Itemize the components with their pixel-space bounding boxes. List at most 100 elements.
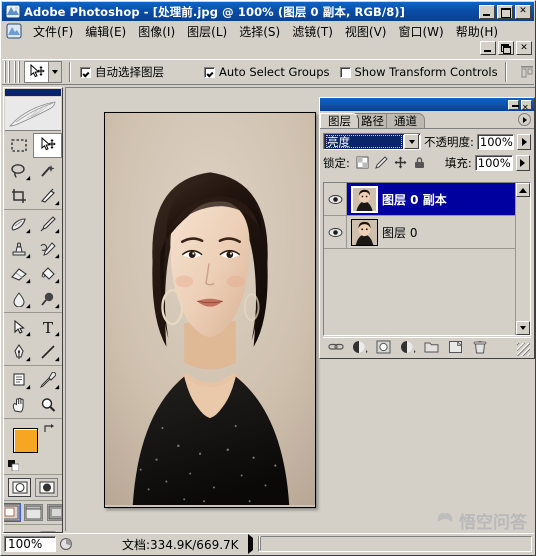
- foreground-color-swatch[interactable]: [13, 428, 38, 453]
- menu-edit[interactable]: 编辑(E): [79, 21, 132, 42]
- paint-bucket-icon[interactable]: [33, 261, 62, 286]
- layer-visibility-toggle[interactable]: [324, 183, 347, 215]
- auto-select-groups-checkbox[interactable]: Auto Select Groups: [204, 65, 330, 79]
- pen-nib-icon[interactable]: [4, 339, 33, 364]
- toolbox-group-utility: [4, 366, 62, 419]
- clone-stamp-icon[interactable]: [4, 236, 33, 261]
- path-arrow-icon[interactable]: [4, 314, 33, 339]
- tab-channels[interactable]: 通道: [386, 113, 425, 128]
- palette-titlebar[interactable]: ✕: [320, 98, 534, 112]
- magic-wand-icon[interactable]: [33, 158, 62, 183]
- show-transform-controls-checkbox[interactable]: Show Transform Controls: [339, 65, 498, 79]
- healing-brush-icon[interactable]: [4, 211, 33, 236]
- tool-preset-dropdown[interactable]: [48, 61, 62, 83]
- full-screen-menubar-icon[interactable]: [23, 504, 43, 521]
- options-bar-grip[interactable]: [4, 61, 11, 83]
- show-transform-controls-checkbox-box[interactable]: [339, 66, 351, 78]
- eraser-icon[interactable]: [4, 261, 33, 286]
- standard-mode-icon[interactable]: [8, 478, 31, 497]
- blend-mode-select[interactable]: 亮度: [323, 133, 422, 150]
- menu-layer[interactable]: 图层(L): [181, 21, 233, 42]
- layer-thumbnail[interactable]: [351, 185, 378, 213]
- palette-minimize-button[interactable]: [508, 99, 519, 110]
- document-size-icon[interactable]: [59, 537, 73, 551]
- layer-thumbnail[interactable]: [351, 218, 378, 246]
- tab-channels-label: 通道: [394, 114, 417, 128]
- blur-drop-icon[interactable]: [4, 286, 33, 311]
- palette-resize-grip[interactable]: [517, 343, 530, 356]
- menu-file[interactable]: 文件(F): [27, 21, 79, 42]
- layer-list-scrollbar[interactable]: [515, 183, 530, 335]
- menu-filter[interactable]: 滤镜(T): [286, 21, 339, 42]
- layer-visibility-toggle[interactable]: [324, 216, 347, 248]
- maximize-button[interactable]: [497, 4, 513, 19]
- zoom-level-input[interactable]: 100%: [4, 536, 56, 552]
- doc-minimize-button[interactable]: [480, 41, 496, 55]
- quick-mask-icon[interactable]: [35, 478, 58, 497]
- status-strip[interactable]: [257, 536, 532, 552]
- rectangular-marquee-icon[interactable]: [4, 133, 33, 158]
- menu-image[interactable]: 图像(I): [132, 21, 181, 42]
- auto-select-layer-checkbox-box[interactable]: [80, 66, 91, 78]
- close-button[interactable]: ✕: [515, 4, 531, 19]
- menu-select[interactable]: 选择(S): [233, 21, 286, 42]
- tab-layers[interactable]: 图层: [320, 113, 359, 128]
- opacity-input[interactable]: 100%: [476, 133, 515, 150]
- magnifier-icon[interactable]: [33, 392, 62, 417]
- minimize-button[interactable]: [479, 4, 495, 19]
- fill-slider-arrow[interactable]: [515, 154, 530, 171]
- options-bar-grip-2[interactable]: [14, 61, 21, 83]
- table-row[interactable]: 图层 0: [324, 216, 515, 249]
- notes-icon[interactable]: [4, 367, 33, 392]
- full-screen-icon[interactable]: [46, 504, 62, 521]
- palette-menu-icon[interactable]: [518, 113, 531, 126]
- line-shape-icon[interactable]: [33, 339, 62, 364]
- hand-icon[interactable]: [4, 392, 33, 417]
- standard-screen-icon[interactable]: [4, 503, 21, 522]
- slice-knife-icon[interactable]: [33, 183, 62, 208]
- fill-input[interactable]: 100%: [474, 154, 513, 171]
- document-icon[interactable]: [5, 23, 23, 39]
- palette-close-button[interactable]: ✕: [521, 99, 532, 112]
- paintbrush-icon[interactable]: [33, 211, 62, 236]
- lock-all-icon[interactable]: [413, 156, 426, 169]
- new-group-icon[interactable]: [424, 340, 439, 355]
- align-top-edges-icon[interactable]: [520, 65, 535, 79]
- lock-transparent-pixels-icon[interactable]: [356, 156, 369, 169]
- play-arrow-icon[interactable]: [247, 534, 253, 554]
- default-colors-icon[interactable]: [8, 460, 20, 472]
- dodge-burn-icon[interactable]: [33, 286, 62, 311]
- move-tool-icon[interactable]: [33, 133, 62, 158]
- layer-style-fx-icon[interactable]: [352, 340, 368, 355]
- menu-window[interactable]: 窗口(W): [392, 21, 449, 42]
- opacity-slider-arrow[interactable]: [517, 133, 532, 150]
- toolbox-titlebar[interactable]: [5, 89, 61, 96]
- feather-logo-icon: [5, 97, 61, 131]
- lasso-icon[interactable]: [4, 158, 33, 183]
- doc-restore-button[interactable]: [498, 41, 514, 55]
- scroll-up-button[interactable]: [516, 183, 530, 197]
- table-row[interactable]: 图层 0 副本: [324, 183, 515, 216]
- lock-image-pixels-icon[interactable]: [375, 156, 388, 169]
- new-layer-icon[interactable]: [448, 340, 463, 355]
- history-brush-icon[interactable]: [33, 236, 62, 261]
- layer-mask-icon[interactable]: [376, 340, 391, 355]
- swap-colors-icon[interactable]: [43, 423, 55, 438]
- delete-layer-icon[interactable]: [472, 340, 487, 355]
- menu-view[interactable]: 视图(V): [339, 21, 393, 42]
- scroll-down-button[interactable]: [516, 321, 530, 335]
- move-tool-icon[interactable]: [24, 61, 48, 83]
- auto-select-layer-checkbox[interactable]: 自动选择图层: [80, 64, 164, 80]
- toolbox-group-selection: [4, 132, 62, 210]
- link-layers-icon[interactable]: [328, 340, 344, 355]
- adjustment-layer-icon[interactable]: [400, 340, 416, 355]
- image-canvas[interactable]: [104, 112, 316, 508]
- chevron-down-icon[interactable]: [404, 134, 420, 149]
- menu-help[interactable]: 帮助(H): [450, 21, 504, 42]
- eyedropper-icon[interactable]: [33, 367, 62, 392]
- crop-icon[interactable]: [4, 183, 33, 208]
- type-T-icon[interactable]: T: [33, 314, 62, 339]
- lock-position-icon[interactable]: [394, 156, 407, 169]
- auto-select-groups-checkbox-box[interactable]: [204, 66, 215, 78]
- doc-close-button[interactable]: ✕: [516, 41, 532, 55]
